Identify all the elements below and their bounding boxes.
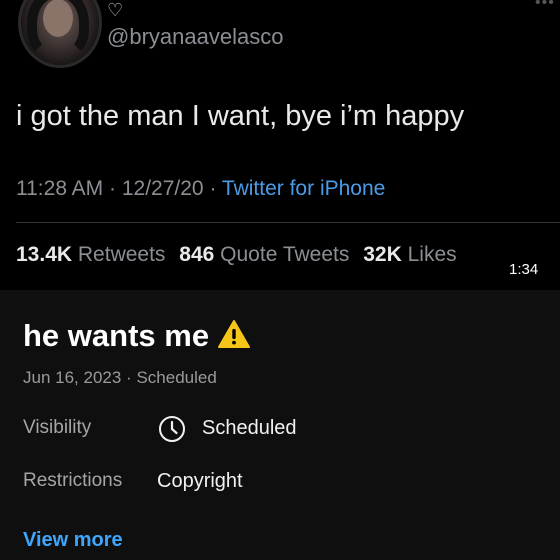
heart-icon: ♡	[107, 0, 124, 20]
likes-count: 32K	[363, 243, 402, 266]
more-dots-icon: •••	[535, 0, 555, 11]
meta-separator: ·	[109, 177, 117, 200]
subtitle-separator: ·	[126, 368, 132, 387]
video-title-text: he wants me	[23, 318, 210, 353]
tweet-date: 12/27/20	[121, 177, 204, 200]
video-title: he wants me	[23, 318, 251, 354]
quotes-label: Quote Tweets	[220, 243, 350, 266]
likes-label: Likes	[407, 243, 457, 266]
tweet-meta: 11:28 AM · 12/27/20 · Twitter for iPhone	[16, 177, 385, 201]
video-status: Scheduled	[136, 368, 217, 387]
divider	[16, 222, 560, 223]
video-duration: 1:34	[509, 261, 539, 278]
meta-separator: ·	[209, 177, 217, 200]
video-details-panel: he wants me Jun 16, 2023 · Scheduled Vis…	[0, 290, 560, 560]
tweet-text: i got the man I want, bye i’m happy	[16, 100, 465, 132]
tweet-handle: @bryanaavelasco	[107, 24, 284, 49]
restrictions-label: Restrictions	[23, 470, 123, 491]
quotes-count: 846	[179, 243, 215, 266]
video-date: Jun 16, 2023	[23, 368, 122, 387]
tweet-stats: 13.4K Retweets 846 Quote Tweets 32K Like…	[16, 243, 457, 267]
tweet-source: Twitter for iPhone	[221, 177, 386, 200]
visibility-value[interactable]: Scheduled	[202, 417, 297, 440]
video-subtitle: Jun 16, 2023 · Scheduled	[23, 368, 217, 388]
tweet-time: 11:28 AM	[16, 177, 104, 200]
avatar	[18, 0, 102, 68]
warning-icon[interactable]	[217, 319, 251, 349]
tweet-screenshot: ♡ ••• @bryanaavelasco i got the man I wa…	[0, 0, 560, 290]
view-more-link[interactable]: View more	[23, 529, 123, 552]
retweets-label: Retweets	[77, 243, 166, 266]
restrictions-value[interactable]: Copyright	[157, 470, 243, 493]
visibility-label: Visibility	[23, 417, 92, 438]
retweets-count: 13.4K	[16, 243, 73, 266]
clock-icon	[158, 415, 186, 443]
